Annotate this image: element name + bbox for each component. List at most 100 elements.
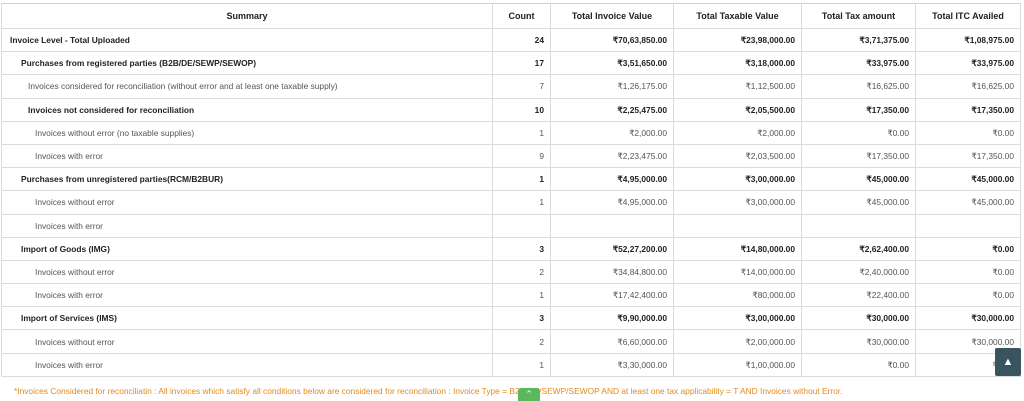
- row-summary-label: Invoices considered for reconciliation (…: [1, 74, 493, 99]
- table-header-row: Summary Count Total Invoice Value Total …: [1, 3, 1021, 29]
- row-total-taxable-value: ₹3,18,000.00: [673, 51, 802, 76]
- row-summary-label: Invoice Level - Total Uploaded: [1, 27, 493, 53]
- row-total-itc-availed: ₹16,625.00: [915, 74, 1021, 99]
- summary-table: Summary Count Total Invoice Value Total …: [1, 3, 1021, 377]
- row-count: 1: [492, 352, 551, 377]
- row-total-itc-availed: [915, 213, 1021, 238]
- row-total-tax-amount: ₹3,71,375.00: [801, 27, 916, 53]
- row-total-itc-availed: ₹30,000.00: [915, 306, 1021, 331]
- row-summary-label: Purchases from unregistered parties(RCM/…: [1, 167, 493, 192]
- row-total-tax-amount: ₹45,000.00: [801, 167, 916, 192]
- row-summary-label: Invoices without error: [1, 190, 493, 215]
- row-total-taxable-value: ₹2,000.00: [673, 120, 802, 145]
- row-total-taxable-value: ₹80,000.00: [673, 283, 802, 308]
- row-total-taxable-value: ₹2,03,500.00: [673, 143, 802, 169]
- row-total-invoice-value: ₹2,23,475.00: [550, 143, 674, 169]
- row-count: 7: [492, 74, 551, 99]
- row-total-tax-amount: ₹22,400.00: [801, 283, 916, 308]
- table-row: Invoices considered for reconciliation (…: [1, 74, 1021, 99]
- column-header-total-invoice-value[interactable]: Total Invoice Value: [550, 3, 674, 29]
- row-total-itc-availed: ₹17,350.00: [915, 97, 1021, 122]
- scroll-to-top-button[interactable]: ▲: [995, 348, 1021, 376]
- row-count: 3: [492, 306, 551, 331]
- table-row: Invoices without error 1 ₹4,95,000.00 ₹3,00…: [1, 190, 1021, 215]
- row-total-invoice-value: ₹3,51,650.00: [550, 51, 674, 76]
- table-row: Invoices with error 1 ₹3,30,000.00 ₹1,00,00…: [1, 352, 1021, 377]
- row-total-itc-availed: ₹0.00: [915, 283, 1021, 308]
- row-summary-label: Invoices with error: [1, 283, 493, 308]
- row-total-tax-amount: ₹17,350.00: [801, 97, 916, 122]
- table-row: Invoices with error: [1, 213, 1021, 238]
- row-total-tax-amount: ₹33,975.00: [801, 51, 916, 76]
- row-total-taxable-value: ₹3,00,000.00: [673, 190, 802, 215]
- row-count: 3: [492, 236, 551, 261]
- row-total-itc-availed: ₹45,000.00: [915, 190, 1021, 215]
- table-row: Purchases from unregistered parties(RCM/…: [1, 167, 1021, 192]
- row-total-tax-amount: ₹0.00: [801, 352, 916, 377]
- row-count: 17: [492, 51, 551, 76]
- row-total-tax-amount: ₹0.00: [801, 120, 916, 145]
- row-total-tax-amount: ₹30,000.00: [801, 306, 916, 331]
- row-count: 1: [492, 167, 551, 192]
- table-row: Invoices not considered for reconciliati…: [1, 97, 1021, 122]
- table-row: Purchases from registered parties (B2B/D…: [1, 51, 1021, 76]
- row-total-invoice-value: ₹2,25,475.00: [550, 97, 674, 122]
- row-total-invoice-value: ₹4,95,000.00: [550, 190, 674, 215]
- row-total-invoice-value: ₹9,90,000.00: [550, 306, 674, 331]
- column-header-total-tax-amount[interactable]: Total Tax amount: [801, 3, 916, 29]
- row-count: [492, 213, 551, 238]
- row-total-itc-availed: ₹0.00: [915, 120, 1021, 145]
- table-row: Invoices without error (no taxable suppl…: [1, 120, 1021, 145]
- row-total-tax-amount: ₹45,000.00: [801, 190, 916, 215]
- column-header-total-itc-availed[interactable]: Total ITC Availed: [915, 3, 1021, 29]
- arrow-up-icon: ▲: [1002, 356, 1014, 368]
- column-header-summary[interactable]: Summary: [1, 3, 493, 29]
- column-header-total-taxable-value[interactable]: Total Taxable Value: [673, 3, 802, 29]
- row-total-itc-availed: ₹1,08,975.00: [915, 27, 1021, 53]
- row-summary-label: Invoices not considered for reconciliati…: [1, 97, 493, 122]
- row-total-tax-amount: ₹2,40,000.00: [801, 259, 916, 285]
- row-summary-label: Purchases from registered parties (B2B/D…: [1, 51, 493, 76]
- row-count: 24: [492, 27, 551, 53]
- table-row: Invoices without error 2 ₹6,60,000.00 ₹2,00…: [1, 329, 1021, 354]
- row-summary-label: Import of Services (IMS): [1, 306, 493, 331]
- row-count: 2: [492, 259, 551, 285]
- table-row: Invoices with error 9 ₹2,23,475.00 ₹2,03,50…: [1, 143, 1021, 169]
- row-summary-label: Invoices without error: [1, 259, 493, 285]
- row-total-tax-amount: ₹16,625.00: [801, 74, 916, 99]
- row-count: 9: [492, 143, 551, 169]
- row-total-itc-availed: ₹33,975.00: [915, 51, 1021, 76]
- row-total-invoice-value: ₹4,95,000.00: [550, 167, 674, 192]
- row-total-taxable-value: ₹1,00,000.00: [673, 352, 802, 377]
- row-total-invoice-value: ₹52,27,200.00: [550, 236, 674, 261]
- row-total-taxable-value: ₹2,00,000.00: [673, 329, 802, 354]
- row-total-itc-availed: ₹17,350.00: [915, 143, 1021, 169]
- table-row: Invoices without error 2 ₹34,84,800.00 ₹14,…: [1, 259, 1021, 285]
- row-count: 2: [492, 329, 551, 354]
- collapse-button[interactable]: ⌃: [518, 388, 540, 401]
- row-summary-label: Invoices with error: [1, 213, 493, 238]
- row-count: 1: [492, 190, 551, 215]
- row-total-tax-amount: ₹2,62,400.00: [801, 236, 916, 261]
- row-total-tax-amount: ₹17,350.00: [801, 143, 916, 169]
- row-summary-label: Invoices with error: [1, 352, 493, 377]
- row-total-itc-availed: ₹0.00: [915, 236, 1021, 261]
- row-count: 10: [492, 97, 551, 122]
- row-total-invoice-value: ₹1,26,175.00: [550, 74, 674, 99]
- column-header-count[interactable]: Count: [492, 3, 551, 29]
- row-total-taxable-value: ₹1,12,500.00: [673, 74, 802, 99]
- row-total-taxable-value: ₹14,00,000.00: [673, 259, 802, 285]
- row-summary-label: Invoices with error: [1, 143, 493, 169]
- row-total-taxable-value: ₹3,00,000.00: [673, 167, 802, 192]
- row-total-invoice-value: ₹3,30,000.00: [550, 352, 674, 377]
- row-total-tax-amount: [801, 213, 916, 238]
- row-total-taxable-value: ₹3,00,000.00: [673, 306, 802, 331]
- row-total-itc-availed: ₹0.00: [915, 259, 1021, 285]
- row-total-taxable-value: ₹14,80,000.00: [673, 236, 802, 261]
- table-row: Invoice Level - Total Uploaded 24 ₹70,63,8…: [1, 27, 1021, 53]
- row-total-taxable-value: [673, 213, 802, 238]
- row-count: 1: [492, 120, 551, 145]
- row-total-invoice-value: ₹17,42,400.00: [550, 283, 674, 308]
- row-summary-label: Invoices without error: [1, 329, 493, 354]
- row-total-invoice-value: ₹6,60,000.00: [550, 329, 674, 354]
